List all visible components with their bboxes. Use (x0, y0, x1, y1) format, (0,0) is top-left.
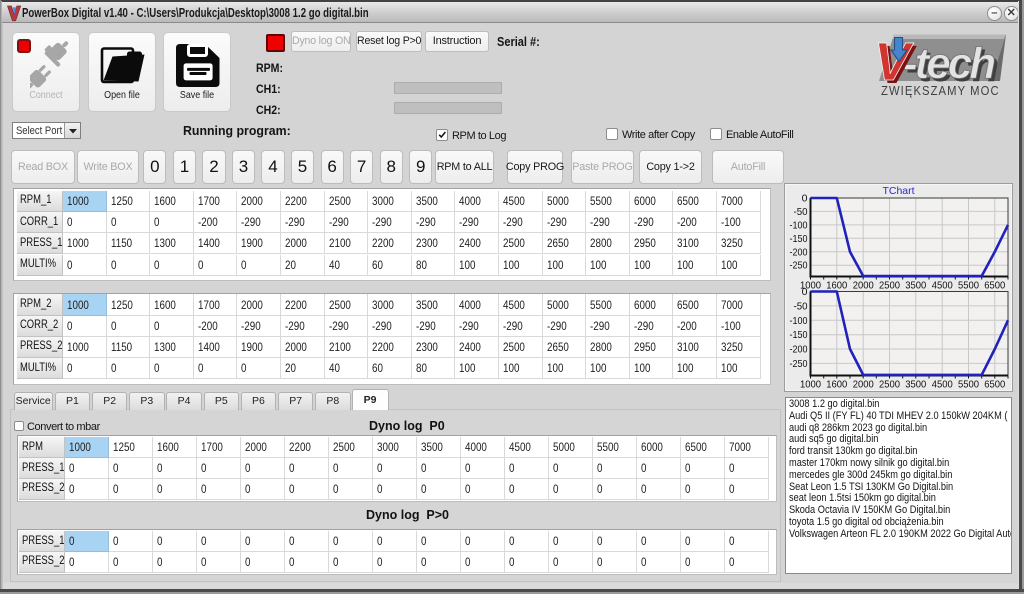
svg-text:0: 0 (802, 286, 808, 298)
svg-text:6500: 6500 (984, 379, 1005, 391)
svg-text:-100: -100 (790, 315, 808, 327)
svg-text:-150: -150 (790, 329, 808, 341)
svg-text:1600: 1600 (826, 379, 847, 391)
svg-text:-tech: -tech (903, 39, 995, 88)
svg-text:2500: 2500 (879, 379, 900, 391)
svg-text:2000: 2000 (853, 379, 874, 391)
svg-text:-50: -50 (794, 300, 808, 312)
svg-text:1000: 1000 (800, 379, 821, 391)
svg-text:-200: -200 (790, 246, 808, 258)
svg-text:3500: 3500 (905, 379, 926, 391)
svg-text:4500: 4500 (932, 379, 953, 391)
svg-text:-200: -200 (790, 344, 808, 356)
svg-text:-250: -250 (790, 358, 808, 370)
svg-text:5500: 5500 (958, 379, 979, 391)
svg-text:-150: -150 (790, 233, 808, 245)
svg-text:0: 0 (802, 193, 808, 205)
svg-text:-100: -100 (790, 219, 808, 231)
svg-text:-250: -250 (790, 260, 808, 272)
svg-text:-50: -50 (794, 206, 808, 218)
